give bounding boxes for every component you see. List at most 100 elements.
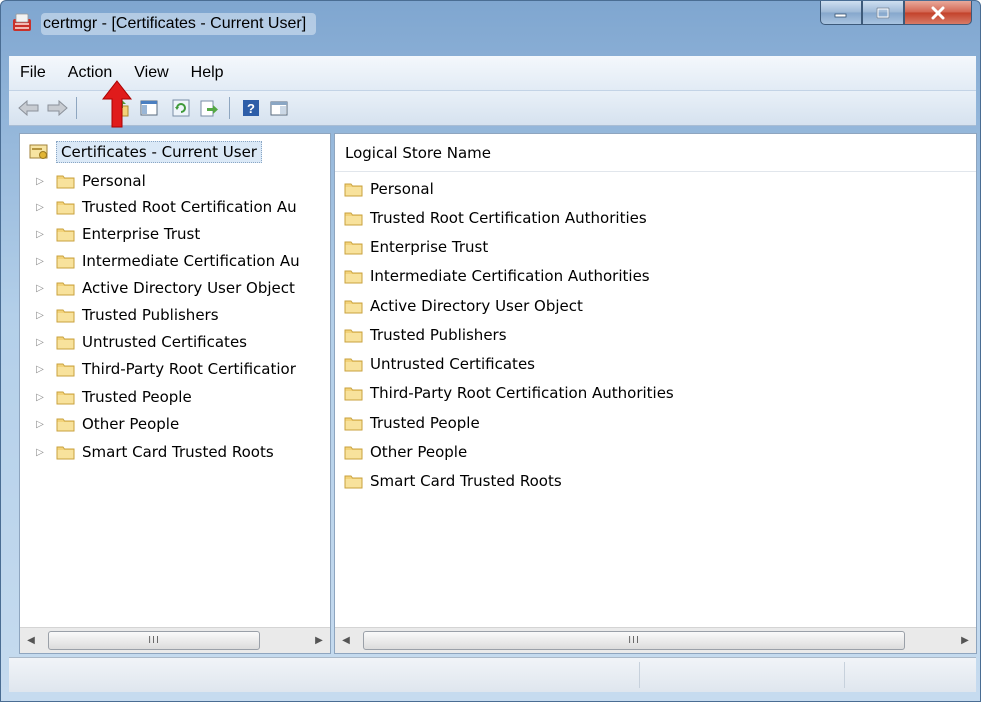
expand-triangle-icon[interactable]: ▷ (34, 446, 46, 458)
close-button[interactable] (904, 1, 972, 25)
maximize-icon (876, 7, 890, 18)
forward-button[interactable] (45, 96, 69, 120)
folder-icon (56, 363, 75, 377)
expand-triangle-icon[interactable]: ▷ (34, 418, 46, 430)
status-segment (639, 662, 845, 688)
expand-triangle-icon[interactable]: ▷ (34, 309, 46, 321)
column-header-logical-store-name[interactable]: Logical Store Name (335, 134, 976, 172)
list-item-label: Untrusted Certificates (370, 355, 535, 373)
tree-item-label: Smart Card Trusted Roots (82, 443, 274, 461)
toolbar-separator (76, 97, 77, 119)
list-item[interactable]: Personal (344, 177, 434, 201)
folder-icon (56, 228, 75, 242)
list-item[interactable]: Smart Card Trusted Roots (344, 469, 562, 493)
scroll-left-arrow-icon[interactable]: ◀ (335, 628, 357, 652)
tree-item[interactable]: ▷ Trusted Publishers (34, 303, 219, 327)
action-pane-icon (270, 101, 288, 116)
tree-item[interactable]: ▷ Enterprise Trust (34, 222, 200, 246)
expand-triangle-icon[interactable]: ▷ (34, 255, 46, 267)
tree-item[interactable]: ▷ Personal (34, 169, 146, 193)
tree-item[interactable]: ▷ Active Directory User Object (34, 276, 295, 300)
maximize-button[interactable] (862, 1, 904, 25)
tree-item[interactable]: ▷ Trusted People (34, 385, 192, 409)
list-item-label: Other People (370, 443, 468, 461)
title-bar[interactable]: certmgr - [Certificates - Current User] (1, 1, 980, 49)
folder-icon (56, 309, 75, 323)
folder-icon (344, 183, 363, 197)
folder-icon (56, 336, 75, 350)
help-button[interactable]: ? (239, 96, 263, 120)
list-item[interactable]: Intermediate Certification Authorities (344, 264, 650, 288)
list-item[interactable]: Active Directory User Object (344, 294, 583, 318)
toolbar-separator (229, 97, 230, 119)
expand-triangle-icon[interactable]: ▷ (34, 391, 46, 403)
expand-triangle-icon[interactable]: ▷ (34, 336, 46, 348)
tree-item[interactable]: ▷ Intermediate Certification Au (34, 249, 300, 273)
folder-icon (56, 391, 75, 405)
tree-item-label: Trusted Root Certification Au (82, 198, 297, 216)
console-tree-pane[interactable]: Certificates - Current User ▷ Personal ▷… (19, 133, 331, 654)
tree-item[interactable]: ▷ Third-Party Root Certificatior (34, 357, 296, 381)
folder-icon (344, 270, 363, 284)
tree-item[interactable]: ▷ Other People (34, 412, 179, 436)
folder-icon (56, 418, 75, 432)
minimize-icon (834, 13, 847, 17)
tree-item-label: Enterprise Trust (82, 225, 201, 243)
folder-icon (56, 201, 75, 215)
scrollbar-grip: III (148, 635, 160, 646)
folder-icon (56, 446, 75, 460)
folder-icon (344, 417, 363, 431)
list-item[interactable]: Trusted Root Certification Authorities (344, 206, 647, 230)
tree-root[interactable]: Certificates - Current User (28, 139, 262, 165)
tree-item-label: Trusted Publishers (82, 306, 219, 324)
scroll-left-arrow-icon[interactable]: ◀ (20, 628, 42, 652)
annotation-arrow-icon (101, 80, 133, 128)
tree-item-label: Third-Party Root Certificatior (82, 360, 296, 378)
expand-triangle-icon[interactable]: ▷ (34, 175, 46, 187)
folder-icon (344, 475, 363, 489)
tree-item-label: Intermediate Certification Au (82, 252, 300, 270)
menu-file[interactable]: File (9, 58, 57, 88)
scrollbar-thumb[interactable]: III (48, 631, 260, 650)
tree-item[interactable]: ▷ Trusted Root Certification Au (34, 195, 297, 219)
results-pane[interactable]: Logical Store Name Personal Trusted Root… (334, 133, 977, 654)
expand-triangle-icon[interactable]: ▷ (34, 282, 46, 294)
list-item[interactable]: Trusted Publishers (344, 323, 507, 347)
expand-triangle-icon[interactable]: ▷ (34, 201, 46, 213)
menu-help[interactable]: Help (180, 58, 235, 88)
list-item[interactable]: Trusted People (344, 411, 480, 435)
scrollbar-thumb[interactable]: III (363, 631, 905, 650)
refresh-button[interactable] (169, 96, 193, 120)
list-item[interactable]: Untrusted Certificates (344, 352, 535, 376)
show-hide-console-tree-button[interactable] (137, 96, 161, 120)
tree-item-label: Other People (82, 415, 180, 433)
right-horizontal-scrollbar[interactable]: ◀ III ▶ (335, 627, 976, 653)
tree-root-label: Certificates - Current User (56, 141, 262, 163)
list-item[interactable]: Other People (344, 440, 467, 464)
back-arrow-icon (18, 100, 39, 116)
tree-item-label: Personal (82, 172, 146, 190)
refresh-icon (172, 99, 190, 117)
status-segment (844, 662, 975, 688)
column-header-label: Logical Store Name (345, 143, 492, 162)
action-pane-button[interactable] (267, 96, 291, 120)
folder-icon (344, 300, 363, 314)
list-item-label: Trusted Publishers (370, 326, 507, 344)
scroll-right-arrow-icon[interactable]: ▶ (954, 628, 976, 652)
expand-triangle-icon[interactable]: ▷ (34, 228, 46, 240)
minimize-button[interactable] (820, 1, 862, 25)
tree-item[interactable]: ▷ Smart Card Trusted Roots (34, 440, 274, 464)
left-horizontal-scrollbar[interactable]: ◀ III ▶ (20, 627, 330, 653)
export-list-button[interactable] (197, 96, 221, 120)
folder-icon (344, 329, 363, 343)
back-button[interactable] (17, 96, 41, 120)
svg-text:?: ? (247, 101, 255, 116)
export-list-icon (200, 100, 218, 117)
list-item[interactable]: Enterprise Trust (344, 235, 488, 259)
tree-item[interactable]: ▷ Untrusted Certificates (34, 330, 247, 354)
folder-icon (56, 255, 75, 269)
expand-triangle-icon[interactable]: ▷ (34, 363, 46, 375)
scroll-right-arrow-icon[interactable]: ▶ (308, 628, 330, 652)
list-item[interactable]: Third-Party Root Certification Authoriti… (344, 381, 674, 405)
folder-icon (344, 446, 363, 460)
